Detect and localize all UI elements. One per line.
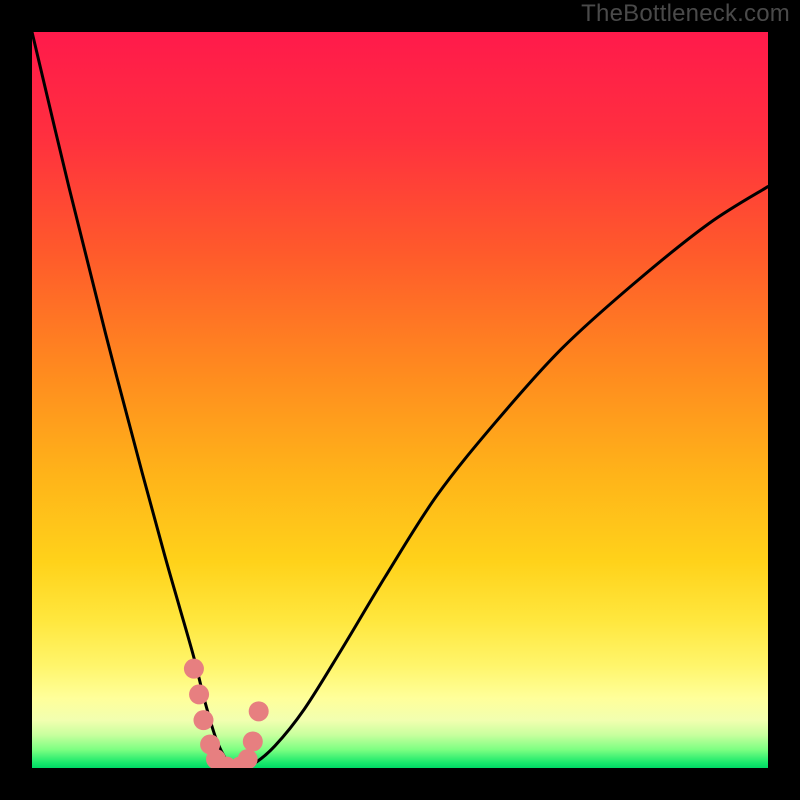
bottleneck-curve (32, 32, 768, 768)
chart-frame: TheBottleneck.com (0, 0, 800, 800)
marker-dot (193, 710, 213, 730)
marker-dot (184, 659, 204, 679)
marker-dot (189, 684, 209, 704)
chart-svg (32, 32, 768, 768)
marker-dot (249, 701, 269, 721)
plot-area (32, 32, 768, 768)
marker-dot (243, 732, 263, 752)
watermark-text: TheBottleneck.com (581, 0, 790, 28)
marker-dot (238, 749, 258, 768)
